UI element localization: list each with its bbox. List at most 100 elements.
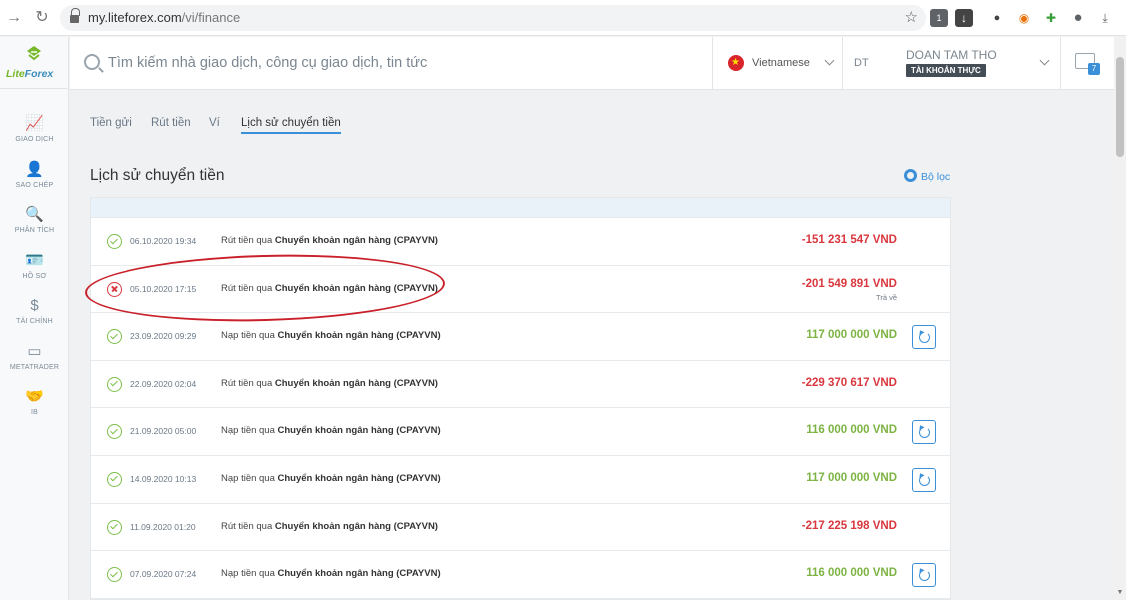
sidebar-item-label: HỒ SƠ [22, 272, 47, 280]
table-row[interactable]: 07.09.2020 07:24 Nạp tiền qua Chuyển khoả… [91, 551, 950, 599]
transaction-amount: -217 225 198 VND [801, 519, 897, 532]
repeat-icon [919, 332, 930, 344]
sidebar-item-label: SAO CHÉP [15, 181, 54, 189]
sidebar-item-label: TÀI CHÍNH [16, 318, 53, 325]
transaction-amount: 117 000 000 VND [806, 329, 897, 342]
search-input[interactable] [108, 49, 668, 77]
account-name[interactable]: DOAN TAM THO [906, 48, 997, 62]
transaction-description: Rút tiền qua Chuyển khoản ngân hàng (CPA… [221, 282, 438, 294]
profile-avatar-icon[interactable]: ● [1069, 9, 1087, 27]
sidebar-item-5[interactable]: ▭ METATRADER [0, 342, 69, 386]
page-title: Lịch sử chuyển tiền [90, 167, 225, 184]
account-chevron-down-icon[interactable] [1039, 55, 1050, 66]
sidebar-item-6[interactable]: 🤝 IB [0, 387, 69, 431]
puzzle-icon[interactable]: ✚ [1042, 9, 1060, 27]
transaction-date: 11.09.2020 01:20 [130, 521, 196, 532]
table-row[interactable]: 23.09.2020 09:29 Nạp tiền qua Chuyển khoả… [91, 313, 950, 361]
page-scrollbar[interactable]: ▼ [1114, 37, 1126, 600]
sidebar-item-label: IB [30, 409, 38, 416]
transaction-amount: 116 000 000 VND [806, 567, 897, 580]
forward-arrow-icon[interactable]: → [4, 8, 24, 28]
search-icon [84, 54, 100, 70]
transaction-description: Nạp tiền qua Chuyển khoản ngân hàng (CPA… [221, 568, 441, 580]
account-type-badge: TÀI KHOẢN THỰC [906, 64, 986, 77]
table-row[interactable]: 11.09.2020 01:20 Rút tiền qua Chuyển khoả… [91, 504, 950, 552]
sidebar-item-label: METATRADER [9, 363, 60, 371]
browser-toolbar: → ↻ my.liteforex.com/vi/finance ☆ 1 ↓ ● … [0, 0, 1126, 36]
address-bar[interactable]: my.liteforex.com/vi/finance ☆ [60, 5, 926, 31]
repeat-icon [919, 570, 930, 582]
transaction-description: Nạp tiền qua Chuyển khoản ngân hàng (CPA… [221, 330, 441, 342]
tab-withdraw[interactable]: Rút tiền [151, 117, 191, 129]
transaction-amount: -151 231 547 VND [801, 234, 897, 246]
table-header [91, 198, 950, 218]
check-circle-icon [107, 519, 122, 535]
dollar-icon: $ [30, 297, 39, 314]
messages-count-badge: 7 [1088, 63, 1100, 75]
check-circle-icon [107, 424, 122, 440]
top-header: Vietnamese DT DOAN TAM THO TÀI KHOẢN THỰ… [70, 37, 1114, 90]
chevron-down-icon[interactable] [824, 55, 835, 66]
scroll-down-icon[interactable]: ▼ [1116, 589, 1124, 597]
liteforex-logo-icon [27, 46, 41, 61]
logo[interactable]: LiteForex [0, 37, 69, 89]
table-row[interactable]: 06.10.2020 19:34 Rút tiền qua Chuyển khoả… [91, 218, 950, 266]
bookmark-star-icon[interactable]: ☆ [905, 8, 918, 26]
logo-text: LiteForex [6, 68, 54, 80]
transaction-description: Rút tiền qua Chuyển khoản ngân hàng (CPA… [221, 377, 438, 389]
sidebar-item-0[interactable]: 📈 GIAO DỊCH [0, 114, 69, 158]
extension-color-icon[interactable]: ◉ [1015, 9, 1033, 27]
table-row[interactable]: 21.09.2020 05:00 Nạp tiền qua Chuyển khoả… [91, 408, 950, 456]
transaction-amount: -229 370 617 VND [801, 376, 897, 389]
window-icon: ▭ [27, 342, 42, 360]
handshake-icon: 🤝 [25, 388, 44, 405]
sidebar-item-2[interactable]: 🔍 PHÂN TÍCH [0, 205, 69, 249]
url-text: my.liteforex.com/vi/finance [88, 10, 241, 25]
download-icon[interactable]: ⤓ [1096, 9, 1114, 27]
transaction-description: Nạp tiền qua Chuyển khoản ngân hàng (CPA… [221, 472, 441, 484]
header-divider [842, 37, 843, 90]
sidebar-item-1[interactable]: 👤 SAO CHÉP [0, 160, 69, 204]
scroll-thumb[interactable] [1116, 57, 1124, 157]
check-circle-icon [107, 329, 122, 345]
table-row[interactable]: 22.09.2020 02:04 Rút tiền qua Chuyển khoả… [91, 361, 950, 409]
lock-icon [70, 8, 80, 23]
repeat-transaction-button[interactable] [912, 563, 936, 588]
gear-icon [904, 169, 917, 182]
tab-deposit[interactable]: Tiền gửi [90, 117, 132, 129]
tab-wallet[interactable]: Ví [209, 117, 220, 129]
extension-circle-icon[interactable]: ● [988, 9, 1006, 27]
transaction-amount: 117 000 000 VND [806, 471, 897, 484]
reload-icon[interactable]: ↻ [32, 8, 52, 28]
transaction-date: 06.10.2020 19:34 [130, 236, 197, 246]
left-sidebar: LiteForex 📈 GIAO DỊCH 👤 SAO CHÉP 🔍 PHÂN TÍCH 🪪… [0, 37, 69, 600]
filter-button[interactable]: Bộ lọc [904, 169, 950, 183]
header-divider [1060, 37, 1061, 90]
transaction-date: 23.09.2020 09:29 [130, 331, 197, 342]
sidebar-item-4[interactable]: $ TÀI CHÍNH [0, 296, 69, 340]
user-copy-icon: 👤 [25, 160, 44, 178]
vietnam-flag-icon [728, 55, 744, 71]
language-selector[interactable]: Vietnamese [752, 57, 810, 69]
repeat-transaction-button[interactable] [912, 467, 936, 492]
transaction-date: 05.10.2020 17:15 [130, 283, 197, 294]
chart-icon: 📈 [25, 115, 44, 132]
transaction-note: Trả về [876, 292, 897, 302]
transactions-table: 06.10.2020 19:34 Rút tiền qua Chuyển khoả… [90, 197, 951, 600]
transaction-date: 21.09.2020 05:00 [130, 426, 197, 437]
repeat-transaction-button[interactable] [912, 420, 936, 445]
extension-badge-icon[interactable]: 1 [930, 9, 948, 27]
check-circle-icon [107, 471, 122, 487]
tab-transfer-history[interactable]: Lịch sử chuyển tiền [241, 117, 341, 134]
cross-circle-icon [107, 281, 122, 297]
table-row[interactable]: 14.09.2020 10:13 Nạp tiền qua Chuyển khoả… [91, 456, 950, 504]
table-row[interactable]: 05.10.2020 17:15 Rút tiền qua Chuyển khoả… [91, 266, 950, 314]
download-box-icon[interactable]: ↓ [955, 9, 973, 27]
repeat-transaction-button[interactable] [912, 325, 936, 350]
transaction-description: Nạp tiền qua Chuyển khoản ngân hàng (CPA… [221, 425, 441, 437]
sidebar-item-3[interactable]: 🪪 HỒ SƠ [0, 251, 69, 295]
transaction-amount: -201 549 891 VND [801, 277, 897, 290]
check-circle-icon [107, 234, 122, 249]
header-divider [712, 37, 713, 90]
repeat-icon [919, 427, 930, 439]
